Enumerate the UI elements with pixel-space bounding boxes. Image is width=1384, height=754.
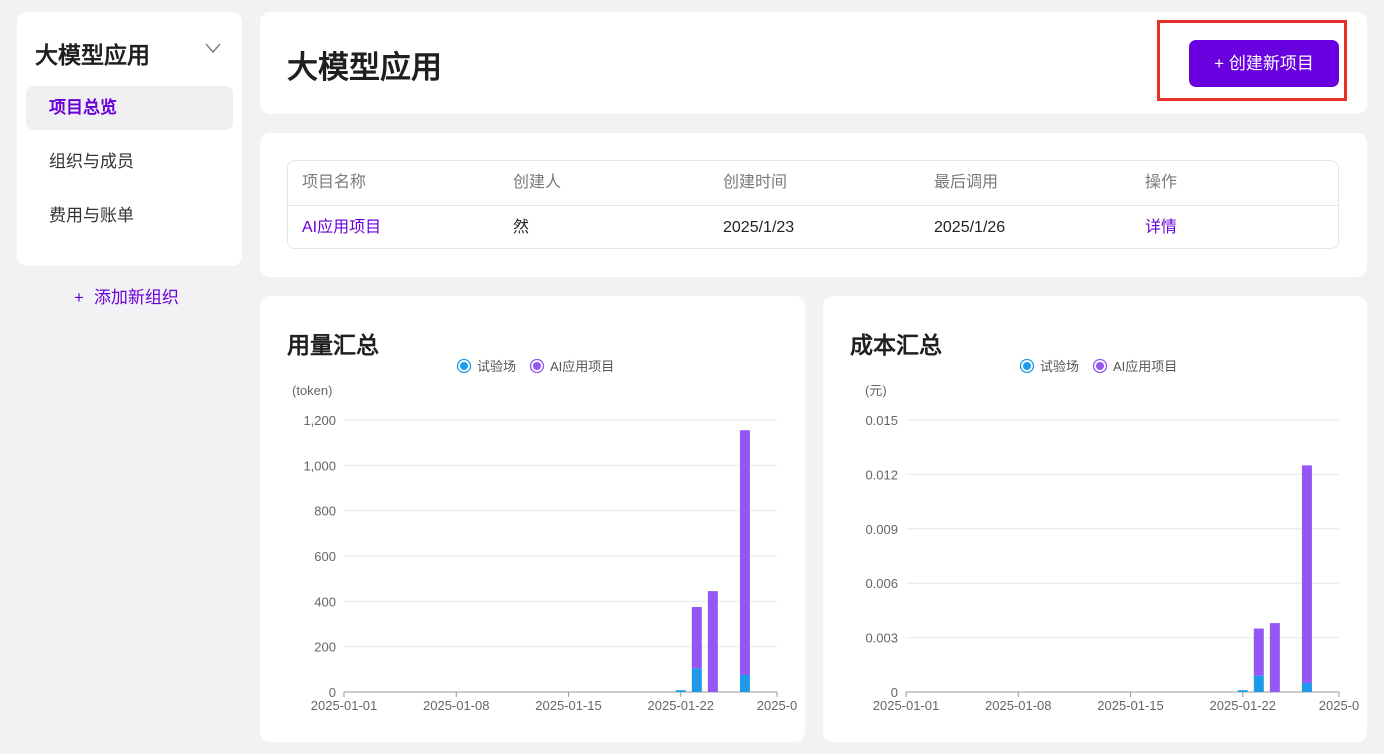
- x-tick-label: 2025-01-01: [311, 698, 378, 713]
- column-header-name: 项目名称: [302, 174, 367, 191]
- bar-ai-project: [739, 430, 750, 675]
- bar-playground: [1301, 682, 1312, 692]
- last-call-cell: 2025/1/26: [934, 219, 1006, 236]
- bar-ai-project: [1269, 623, 1280, 692]
- add-org-link[interactable]: + 添加新组织: [74, 283, 179, 308]
- column-header-creator: 创建人: [513, 174, 562, 191]
- usage-chart: 试验场 AI应用项目(token)02004006008001,0001,2002…: [292, 358, 797, 713]
- x-tick-label: 2025-0: [1319, 698, 1359, 713]
- x-tick-label: 2025-01-08: [985, 698, 1052, 713]
- legend-marker-dot: [533, 362, 541, 370]
- project-table-card: 项目名称 创建人 创建时间 最后调用 操作 AI应用项目 然 2025/1/23…: [260, 133, 1367, 277]
- y-tick-label: 1,200: [303, 413, 336, 428]
- legend-marker-dot: [1096, 362, 1104, 370]
- column-header-action: 操作: [1145, 174, 1178, 191]
- sidebar-item-members[interactable]: 组织与成员: [26, 140, 233, 184]
- plus-icon: +: [74, 288, 84, 307]
- add-org-label: 添加新组织: [93, 288, 179, 307]
- create-project-button[interactable]: + 创建新项目: [1189, 40, 1339, 87]
- x-tick-label: 2025-01-01: [873, 698, 940, 713]
- bar-ai-project: [691, 607, 702, 669]
- y-axis-label: (token): [292, 383, 332, 398]
- x-tick-label: 2025-01-15: [1097, 698, 1164, 713]
- y-tick-label: 800: [314, 504, 336, 519]
- cost-chart-card: 成本汇总 试验场 AI应用项目 (元) 0 0.003 0.006 0.009 0.012 0.…: [823, 296, 1367, 742]
- y-tick-label: 0.015: [865, 413, 898, 428]
- page-header: 大模型应用 + 创建新项目: [260, 12, 1367, 114]
- cost-chart: 试验场 AI应用项目(元)00.0030.0060.0090.0120.01520…: [865, 358, 1359, 713]
- sidebar-item-overview[interactable]: 项目总览: [26, 86, 233, 130]
- legend-label: AI应用项目: [1113, 359, 1177, 374]
- y-tick-label: 0.006: [865, 576, 898, 591]
- table-header-row: 项目名称 创建人 创建时间 最后调用 操作: [288, 161, 1338, 206]
- legend-label: AI应用项目: [550, 359, 614, 374]
- bar-playground: [675, 690, 686, 692]
- column-header-last-call: 最后调用: [934, 174, 999, 191]
- y-tick-label: 0.009: [865, 522, 898, 537]
- legend-label: 试验场: [477, 359, 516, 374]
- y-tick-label: 600: [314, 549, 336, 564]
- y-tick-label: 1,000: [303, 458, 336, 473]
- y-tick-label: 200: [314, 640, 336, 655]
- y-tick-label: 400: [314, 594, 336, 609]
- usage-chart-card: 用量汇总 试验场 AI应用项目 (token) 0 200 400 600 800 1,000 1…: [260, 296, 805, 742]
- bar-playground: [1237, 690, 1248, 692]
- created-cell: 2025/1/23: [723, 219, 795, 236]
- legend-marker-dot: [1023, 362, 1031, 370]
- table-row: AI应用项目 然 2025/1/23 2025/1/26 详情: [288, 206, 1338, 248]
- project-table: 项目名称 创建人 创建时间 最后调用 操作 AI应用项目 然 2025/1/23…: [287, 160, 1339, 249]
- details-link[interactable]: 详情: [1145, 206, 1177, 248]
- bar-ai-project: [1253, 628, 1264, 676]
- y-tick-label: 0.003: [865, 631, 898, 646]
- bar-ai-project: [1301, 465, 1312, 683]
- y-tick-label: 0.012: [865, 467, 898, 482]
- bar-playground: [1253, 675, 1264, 692]
- bar-playground: [691, 668, 702, 692]
- x-tick-label: 2025-01-15: [535, 698, 602, 713]
- org-title[interactable]: 大模型应用: [35, 36, 150, 70]
- legend-label: 试验场: [1040, 359, 1079, 374]
- creator-cell: 然: [513, 219, 530, 236]
- column-header-created: 创建时间: [723, 174, 788, 191]
- page-title: 大模型应用: [287, 50, 442, 85]
- x-tick-label: 2025-01-22: [1210, 698, 1277, 713]
- bar-ai-project: [707, 591, 718, 692]
- sidebar: 大模型应用 项目总览 组织与成员 费用与账单: [17, 12, 242, 266]
- y-axis-label: (元): [865, 383, 887, 398]
- x-tick-label: 2025-01-22: [648, 698, 715, 713]
- chevron-down-icon[interactable]: [205, 42, 221, 54]
- bar-playground: [739, 675, 750, 692]
- legend-marker-dot: [460, 362, 468, 370]
- sidebar-item-billing[interactable]: 费用与账单: [26, 194, 233, 238]
- x-tick-label: 2025-0: [757, 698, 797, 713]
- x-tick-label: 2025-01-08: [423, 698, 490, 713]
- project-name-link[interactable]: AI应用项目: [302, 206, 381, 248]
